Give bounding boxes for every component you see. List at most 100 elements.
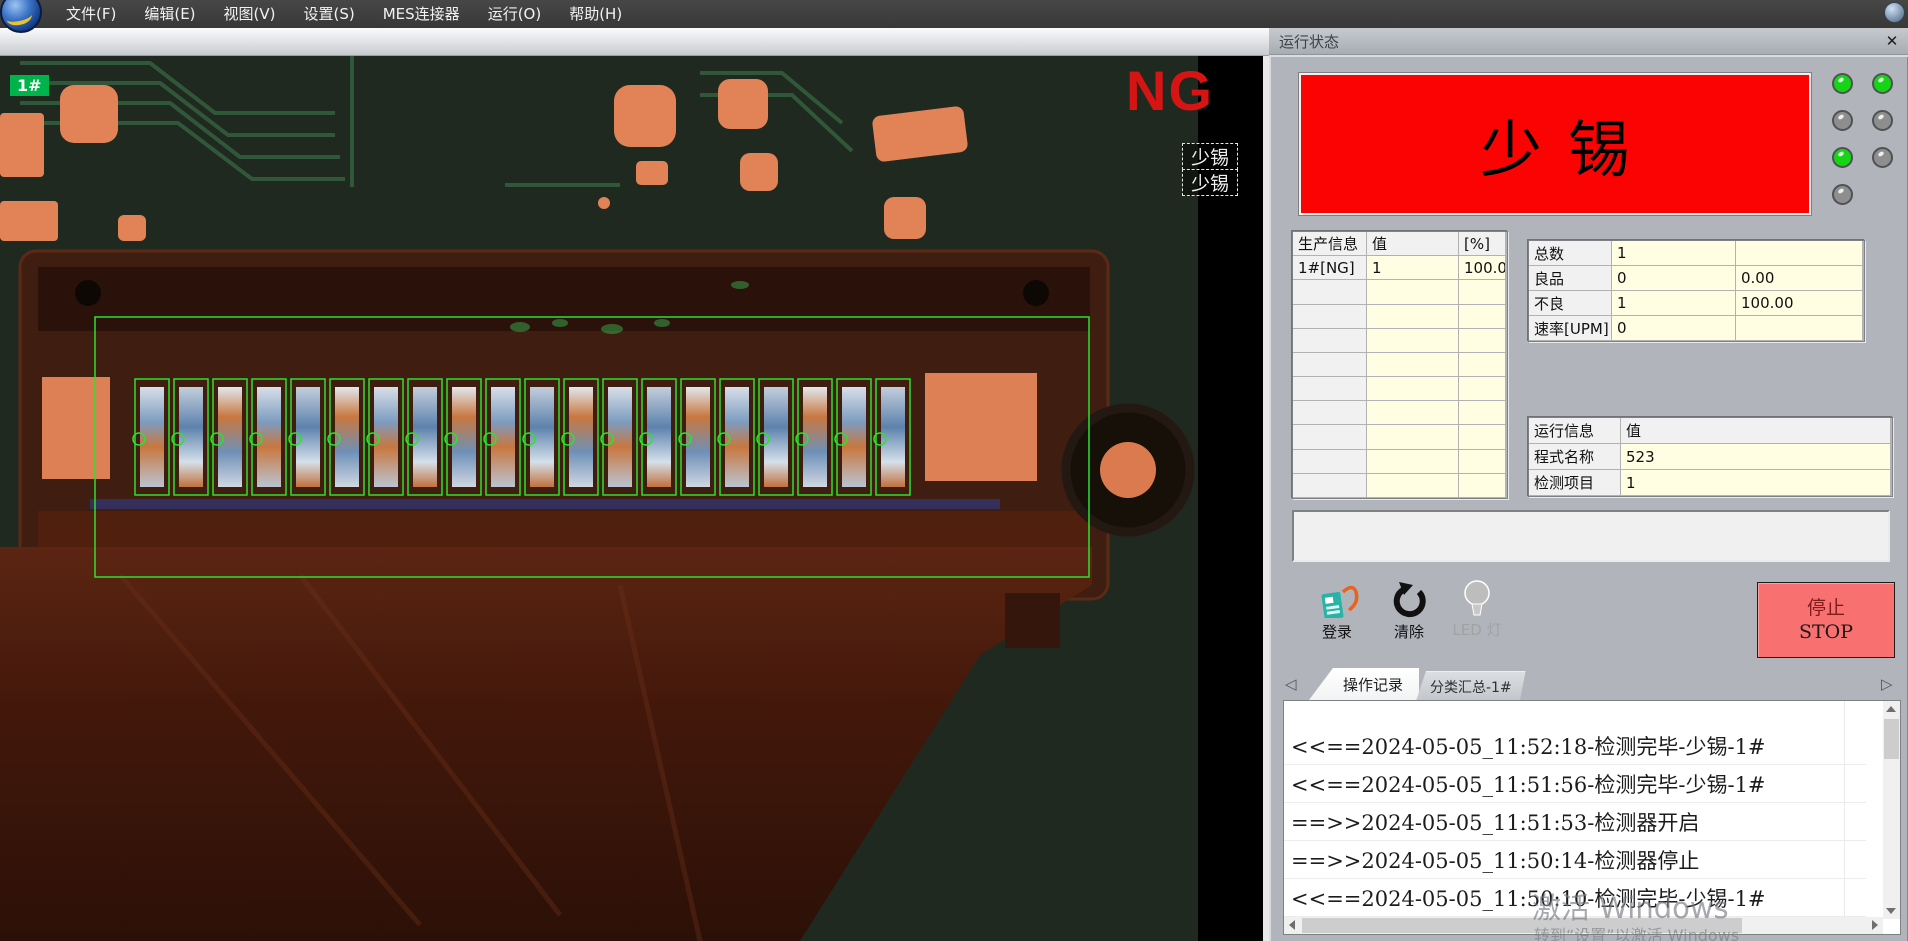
inspection-result-text: NG — [1126, 58, 1214, 123]
table-cell — [1459, 425, 1506, 449]
status-led-off — [1872, 110, 1893, 131]
table-cell — [1736, 316, 1863, 341]
message-box — [1292, 510, 1890, 562]
table-cell — [1459, 401, 1506, 425]
table-cell — [1459, 353, 1506, 377]
tab-classification-summary[interactable]: 分类汇总-1# — [1416, 671, 1526, 701]
table-cell: 1 — [1612, 291, 1736, 316]
camera-tab-bar — [0, 28, 1269, 56]
status-led-off — [1872, 147, 1893, 168]
log-entry: ==>>2024-05-05_11:50:14-检测器停止 — [1284, 841, 1866, 879]
table-cell: 生产信息 — [1293, 232, 1367, 256]
scroll-right-icon[interactable] — [1867, 917, 1883, 933]
corner-orb-icon[interactable] — [1884, 2, 1905, 23]
stop-label-en: STOP — [1799, 620, 1853, 644]
table-cell: 523 — [1621, 444, 1891, 470]
table-cell — [1459, 329, 1506, 353]
camera-viewport: 1# NG 少锡 少锡 — [0, 55, 1269, 941]
table-cell: 速率[UPM] — [1529, 316, 1612, 341]
stats-table: 总数1良品00.00 不良1100.00 速率[UPM]0 — [1528, 240, 1865, 342]
scroll-left-icon[interactable] — [1284, 917, 1300, 933]
windows-activation-watermark: 激活 Windows — [1532, 885, 1729, 927]
table-cell: 1 — [1612, 241, 1736, 266]
vscroll-thumb[interactable] — [1884, 719, 1899, 759]
menu-item[interactable]: 帮助(H) — [555, 0, 636, 28]
light-bulb-icon — [1460, 578, 1494, 616]
close-icon[interactable]: ✕ — [1883, 32, 1901, 50]
led-light-button[interactable]: LED 灯 — [1448, 578, 1506, 640]
table-cell — [1367, 377, 1459, 401]
log-entry: <<==2024-05-05_11:51:56-检测完毕-少锡-1# — [1284, 765, 1866, 803]
led-light-label: LED 灯 — [1452, 619, 1501, 640]
vertical-scrollbar[interactable] — [1883, 701, 1900, 919]
menu-item[interactable]: 设置(S) — [290, 0, 369, 28]
menu-item[interactable]: MES连接器 — [369, 0, 474, 28]
menu-item[interactable]: 运行(O) — [474, 0, 556, 28]
table-cell — [1459, 280, 1506, 304]
pcb-image — [0, 55, 1269, 941]
table-cell — [1736, 241, 1863, 266]
table-cell: 0 — [1612, 316, 1736, 341]
status-led-grid — [1832, 73, 1898, 208]
log-entry: ==>>2024-05-05_11:51:53-检测器开启 — [1284, 803, 1866, 841]
table-cell: 值 — [1621, 418, 1891, 444]
table-cell: 1 — [1621, 470, 1891, 496]
table-cell — [1459, 377, 1506, 401]
menu-item[interactable]: 视图(V) — [210, 0, 290, 28]
table-cell: [%] — [1459, 232, 1506, 256]
table-cell: 0.00 — [1736, 266, 1863, 291]
table-cell — [1459, 474, 1506, 498]
table-cell: 100.00 — [1459, 256, 1506, 280]
table-cell — [1459, 305, 1506, 329]
menu-bar: 文件(F)编辑(E)视图(V)设置(S)MES连接器运行(O)帮助(H) — [0, 0, 1908, 28]
status-led-on — [1832, 147, 1853, 168]
table-cell — [1293, 474, 1367, 498]
clear-label: 清除 — [1394, 621, 1424, 642]
stop-button[interactable]: 停止 STOP — [1757, 582, 1895, 658]
tab-scroll-right-icon[interactable]: ▷ — [1881, 675, 1893, 693]
status-led-on — [1872, 73, 1893, 94]
table-cell — [1459, 450, 1506, 474]
login-button[interactable]: 登录 — [1308, 580, 1366, 642]
table-cell — [1367, 425, 1459, 449]
table-cell: 1 — [1367, 256, 1459, 280]
status-led-off — [1832, 184, 1853, 205]
table-cell: 不良 — [1529, 291, 1612, 316]
table-cell: 运行信息 — [1529, 418, 1621, 444]
table-cell: 良品 — [1529, 266, 1612, 291]
table-cell — [1293, 329, 1367, 353]
tab-operation-log[interactable]: 操作记录 — [1309, 668, 1419, 700]
app-window: 文件(F)编辑(E)视图(V)设置(S)MES连接器运行(O)帮助(H) 相机视… — [0, 0, 1908, 941]
stop-label-cn: 停止 — [1807, 596, 1845, 620]
table-cell — [1367, 474, 1459, 498]
table-cell — [1293, 401, 1367, 425]
log-tab-bar: ◁ 操作记录 分类汇总-1# ▷ — [1283, 668, 1901, 700]
scroll-up-icon[interactable] — [1883, 701, 1899, 717]
status-led-off — [1832, 110, 1853, 131]
table-cell — [1293, 425, 1367, 449]
menu-item[interactable]: 文件(F) — [52, 0, 130, 28]
table-cell: 0 — [1612, 266, 1736, 291]
tab-scroll-left-icon[interactable]: ◁ — [1285, 675, 1297, 693]
table-cell — [1367, 401, 1459, 425]
status-panel-titlebar: 运行状态 ✕ — [1269, 28, 1908, 55]
table-cell — [1367, 329, 1459, 353]
scroll-down-icon[interactable] — [1883, 903, 1899, 919]
refresh-icon — [1389, 580, 1429, 618]
defect-tag: 少锡 — [1182, 169, 1238, 196]
windows-activation-watermark-sub: 转到“设置”以激活 Windows — [1534, 922, 1739, 941]
table-cell: 值 — [1367, 232, 1459, 256]
table-cell — [1367, 280, 1459, 304]
table-cell — [1367, 450, 1459, 474]
defect-tag: 少锡 — [1182, 143, 1238, 170]
table-cell — [1293, 353, 1367, 377]
table-cell: 总数 — [1529, 241, 1612, 266]
menu-item[interactable]: 编辑(E) — [130, 0, 209, 28]
table-cell: 100.00 — [1736, 291, 1863, 316]
defect-banner: 少锡 — [1299, 73, 1811, 215]
clear-button[interactable]: 清除 — [1380, 580, 1438, 642]
table-cell: 检测项目 — [1529, 470, 1621, 496]
table-cell — [1293, 305, 1367, 329]
device-label: 1# — [10, 75, 49, 96]
table-cell — [1293, 377, 1367, 401]
